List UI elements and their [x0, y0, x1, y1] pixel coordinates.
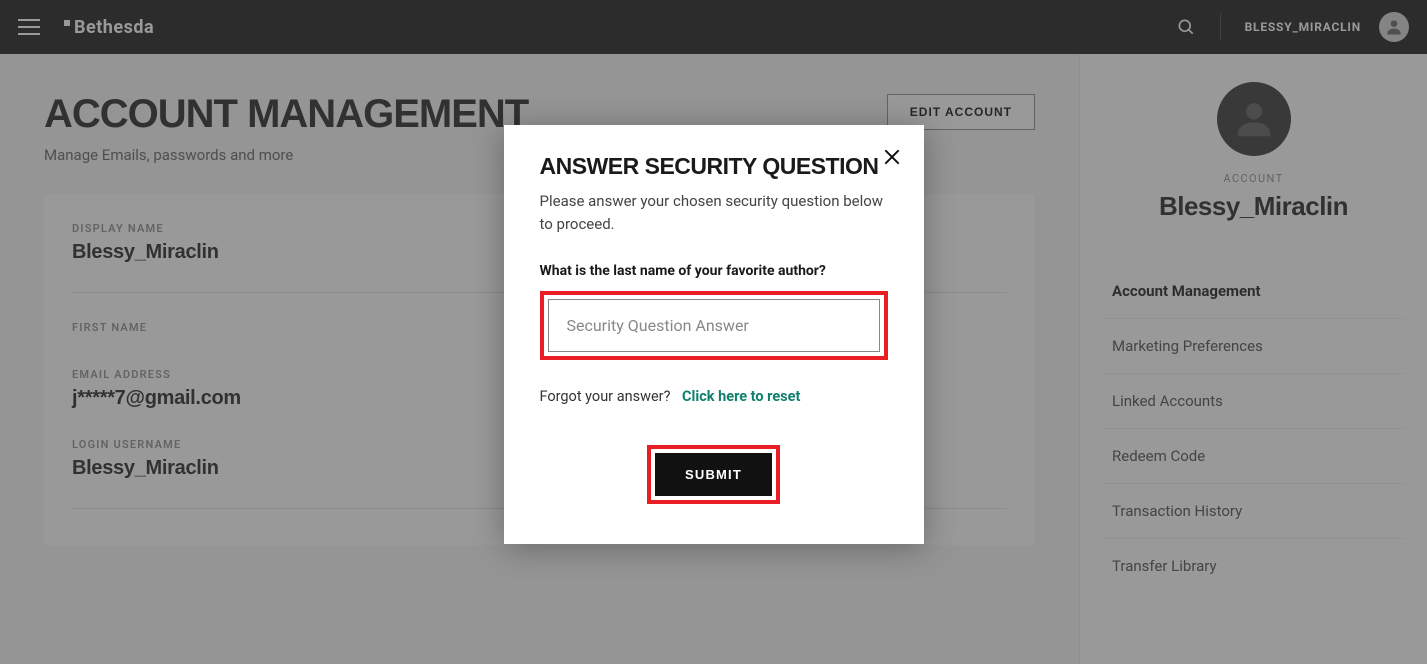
submit-button[interactable]: SUBMIT [655, 453, 772, 496]
security-question-modal: ANSWER SECURITY QUESTION Please answer y… [504, 125, 924, 544]
security-question-text: What is the last name of your favorite a… [540, 263, 888, 279]
reset-answer-link[interactable]: Click here to reset [682, 388, 800, 405]
modal-instruction: Please answer your chosen security quest… [540, 190, 888, 235]
forgot-answer-row: Forgot your answer? Click here to reset [540, 388, 888, 405]
forgot-answer-text: Forgot your answer? [540, 388, 671, 405]
modal-title: ANSWER SECURITY QUESTION [540, 153, 888, 180]
input-highlight [540, 291, 888, 360]
submit-highlight: SUBMIT [647, 445, 780, 504]
security-answer-input[interactable] [548, 299, 880, 352]
modal-overlay[interactable]: ANSWER SECURITY QUESTION Please answer y… [0, 0, 1427, 664]
close-icon[interactable] [882, 147, 902, 167]
